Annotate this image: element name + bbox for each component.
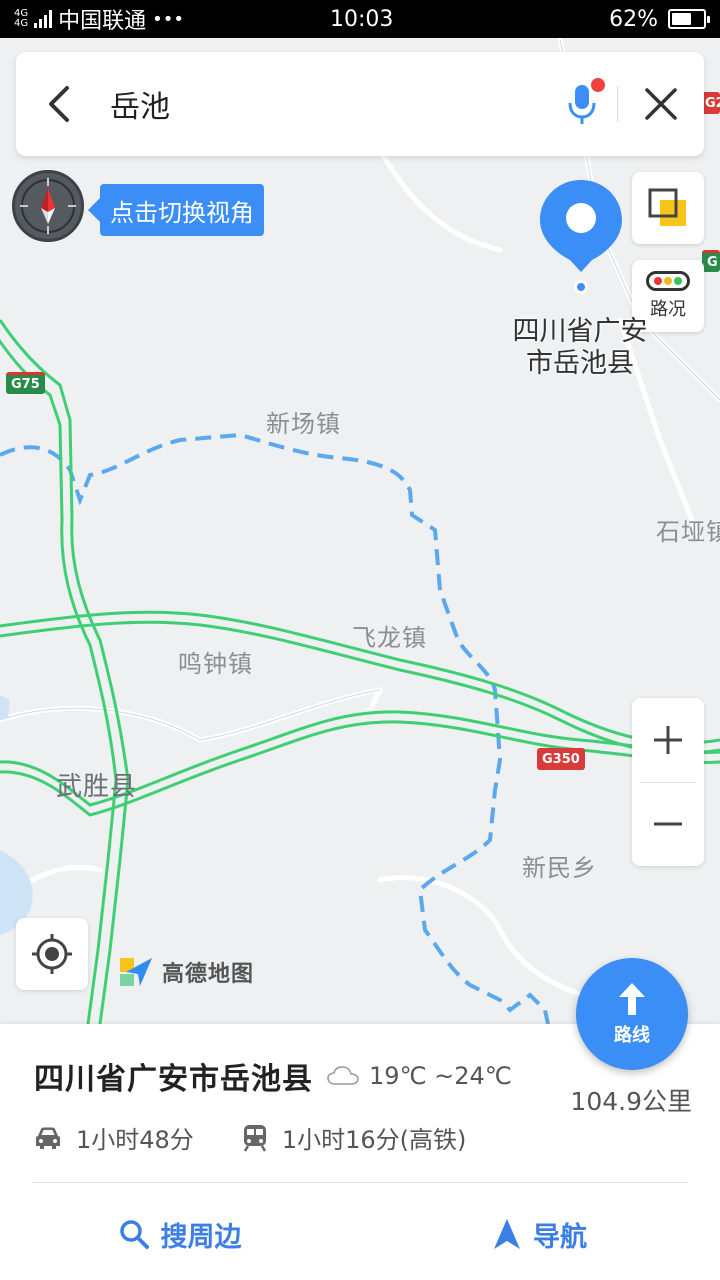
navigate-label: 导航 <box>533 1221 587 1253</box>
status-left: 4G 4G 中国联通 ••• <box>14 3 184 35</box>
layers-button[interactable] <box>632 172 704 244</box>
card-actions: 搜周边 导航 <box>0 1204 720 1264</box>
search-query[interactable]: 岳池 <box>100 82 547 126</box>
route-label: 路线 <box>614 1025 650 1046</box>
route-button[interactable]: 路线 <box>576 958 688 1070</box>
network-type-bottom: 4G <box>14 18 29 29</box>
map-pin-icon <box>540 180 622 272</box>
place-header: 四川省广安市岳池县 19℃ ~24℃ <box>34 1054 512 1098</box>
amap-logo-icon <box>120 958 152 986</box>
rail-time-item: 1小时16分(高铁) <box>242 1120 467 1155</box>
shield-g350: G350 <box>537 748 585 770</box>
label-mingzhong: 鸣钟镇 <box>178 650 253 678</box>
zoom-control <box>632 698 704 866</box>
my-location-button[interactable] <box>16 918 88 990</box>
battery-icon <box>668 9 710 29</box>
label-xinmin: 新民乡 <box>522 854 597 882</box>
car-icon <box>36 1127 60 1149</box>
label-shiya: 石垭镇 <box>656 518 720 546</box>
weather-info: 19℃ ~24℃ <box>327 1062 512 1090</box>
distance: 104.9公里 <box>570 1087 692 1116</box>
search-nearby-label: 搜周边 <box>160 1221 242 1253</box>
compass-button[interactable] <box>12 170 84 242</box>
signal-icon <box>34 10 53 28</box>
view-switch-tooltip[interactable]: 点击切换视角 <box>88 184 264 236</box>
locate-icon <box>32 934 72 974</box>
navigate-button[interactable]: 导航 <box>360 1204 720 1264</box>
highways <box>0 319 720 1024</box>
search-nearby-button[interactable]: 搜周边 <box>0 1204 360 1264</box>
search-bar[interactable]: 岳池 <box>16 52 704 156</box>
cloud-icon <box>327 1066 359 1085</box>
label-wusheng: 武胜县 <box>56 772 138 802</box>
location-pin[interactable] <box>538 178 624 294</box>
pin-label: 四川省广安市岳池县 <box>512 316 648 379</box>
plus-icon <box>654 725 682 754</box>
label-xinchang: 新场镇 <box>266 410 341 438</box>
battery-percent: 62% <box>609 6 658 32</box>
back-button[interactable] <box>16 52 100 156</box>
zoom-out-button[interactable] <box>632 783 704 867</box>
shield-g-right: G <box>702 250 720 272</box>
rail-time: 1小时16分(高铁) <box>281 1126 467 1154</box>
layers-icon <box>648 188 686 226</box>
chevron-left-icon <box>49 86 69 122</box>
battery-fill <box>672 13 691 25</box>
shield-g75: G75 <box>6 372 45 394</box>
mic-notification-dot <box>591 78 605 92</box>
network-type: 4G 4G <box>14 9 28 29</box>
label-feilong: 飞龙镇 <box>352 624 427 652</box>
zoom-in-button[interactable] <box>632 698 704 782</box>
compass-icon <box>20 178 76 234</box>
place-name: 四川省广安市岳池县 <box>34 1062 313 1097</box>
search-icon <box>119 1220 149 1249</box>
clock: 10:03 <box>330 6 394 32</box>
close-icon <box>645 88 677 120</box>
train-icon <box>243 1124 266 1152</box>
voice-search-button[interactable] <box>547 52 617 156</box>
travel-times: 1小时48分 1小时16分(高铁) <box>34 1120 514 1155</box>
amap-brand: 高德地图 <box>118 954 254 990</box>
status-bar: 4G 4G 中国联通 ••• 10:03 62% <box>0 0 720 38</box>
carrier-name: 中国联通 <box>58 9 147 34</box>
traffic-light-icon <box>646 271 690 291</box>
navigation-arrow-icon <box>494 1219 520 1249</box>
card-divider <box>32 1182 688 1183</box>
clear-button[interactable] <box>618 52 704 156</box>
notification-dots: ••• <box>152 8 184 30</box>
drive-time-item: 1小时48分 <box>34 1120 194 1155</box>
drive-time: 1小时48分 <box>76 1126 194 1154</box>
weather-text: 19℃ ~24℃ <box>369 1062 512 1090</box>
arrow-up-icon <box>619 983 645 1015</box>
pin-dot <box>574 280 588 294</box>
minus-icon <box>654 822 682 826</box>
status-right: 62% <box>609 6 710 32</box>
brand-name: 高德地图 <box>162 962 255 987</box>
